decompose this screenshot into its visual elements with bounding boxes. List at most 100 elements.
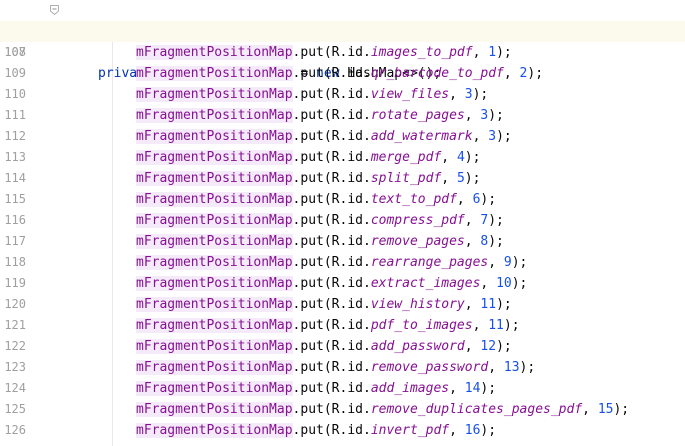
position-number: 5 bbox=[456, 171, 465, 186]
code-text: mFragmentPositionMap.put(R.id.add_passwo… bbox=[136, 336, 512, 357]
statement-end: ); bbox=[496, 45, 512, 60]
code-text: mFragmentPositionMap.put(R.id.remove_pag… bbox=[136, 231, 504, 252]
code-text: mFragmentPositionMap.put(R.id.compress_p… bbox=[136, 210, 504, 231]
position-number: 4 bbox=[456, 150, 465, 165]
line-number: 110 bbox=[4, 87, 26, 101]
statement-end: ); bbox=[511, 276, 528, 291]
position-number: 1 bbox=[488, 45, 497, 60]
field-reference: mFragmentPositionMap bbox=[136, 150, 293, 165]
code-editor[interactable]: 106 private void fillMap() { 107 mFragme… bbox=[0, 0, 685, 446]
code-line[interactable]: 123 mFragmentPositionMap.put(R.id.remove_… bbox=[0, 357, 685, 378]
code-text: mFragmentPositionMap.put(R.id.pdf_to_ima… bbox=[136, 315, 520, 336]
resource-id: rotate_pages bbox=[370, 108, 465, 123]
code-line[interactable]: 117 mFragmentPositionMap.put(R.id.remove_… bbox=[0, 231, 685, 252]
position-number: 3 bbox=[464, 87, 473, 102]
code-line[interactable]: 115 mFragmentPositionMap.put(R.id.text_to… bbox=[0, 189, 685, 210]
code-line[interactable]: 110 mFragmentPositionMap.put(R.id.view_fi… bbox=[0, 84, 685, 105]
field-reference: mFragmentPositionMap bbox=[136, 402, 293, 417]
argument-separator: , bbox=[441, 150, 457, 165]
statement-end: ); bbox=[464, 171, 481, 186]
argument-separator: , bbox=[456, 192, 473, 207]
resource-id: remove_pages bbox=[370, 234, 465, 249]
put-call: .put(R.id. bbox=[292, 339, 371, 354]
position-number: 9 bbox=[503, 255, 512, 270]
field-reference: mFragmentPositionMap bbox=[136, 318, 293, 333]
resource-id: split_pdf bbox=[370, 171, 442, 186]
code-text: mFragmentPositionMap.put(R.id.add_waterm… bbox=[136, 126, 512, 147]
field-reference: mFragmentPositionMap bbox=[136, 66, 293, 81]
resource-id: text_to_pdf bbox=[370, 192, 457, 207]
field-reference: mFragmentPositionMap bbox=[136, 339, 293, 354]
field-reference: mFragmentPositionMap bbox=[136, 213, 293, 228]
code-text: mFragmentPositionMap.put(R.id.text_to_pd… bbox=[136, 189, 496, 210]
code-text: mFragmentPositionMap.put(R.id.remove_dup… bbox=[136, 399, 629, 420]
code-line[interactable]: 121 mFragmentPositionMap.put(R.id.pdf_to_… bbox=[0, 315, 685, 336]
code-line[interactable]: 114 mFragmentPositionMap.put(R.id.split_p… bbox=[0, 168, 685, 189]
argument-separator: , bbox=[464, 234, 481, 249]
code-line[interactable]: 124 mFragmentPositionMap.put(R.id.add_ima… bbox=[0, 378, 685, 399]
line-number: 111 bbox=[4, 108, 26, 122]
code-line[interactable]: 111 mFragmentPositionMap.put(R.id.rotate_… bbox=[0, 105, 685, 126]
statement-end: ); bbox=[519, 360, 536, 375]
line-number: 120 bbox=[4, 297, 26, 311]
fold-minus-icon[interactable] bbox=[50, 5, 59, 15]
line-number: 109 bbox=[4, 66, 26, 80]
line-number: 114 bbox=[4, 171, 26, 185]
code-line[interactable]: 108 mFragmentPositionMap.put(R.id.images_… bbox=[0, 42, 685, 63]
code-line[interactable]: 112 mFragmentPositionMap.put(R.id.add_wat… bbox=[0, 126, 685, 147]
code-line[interactable]: 113 mFragmentPositionMap.put(R.id.merge_p… bbox=[0, 147, 685, 168]
code-line-method-header[interactable]: 106 private void fillMap() { bbox=[0, 0, 685, 81]
code-text: mFragmentPositionMap.put(R.id.images_to_… bbox=[136, 42, 512, 63]
argument-separator: , bbox=[449, 423, 465, 438]
statement-end: ); bbox=[613, 402, 630, 417]
statement-end: ); bbox=[480, 423, 497, 438]
put-call: .put(R.id. bbox=[292, 213, 371, 228]
code-line[interactable]: 120 mFragmentPositionMap.put(R.id.view_hi… bbox=[0, 294, 685, 315]
line-number: 119 bbox=[4, 276, 26, 290]
put-call: .put(R.id. bbox=[292, 192, 371, 207]
code-line[interactable]: 125 mFragmentPositionMap.put(R.id.remove_… bbox=[0, 399, 685, 420]
field-reference: mFragmentPositionMap bbox=[136, 171, 293, 186]
code-text: mFragmentPositionMap.put(R.id.merge_pdf,… bbox=[136, 147, 480, 168]
put-call: .put(R.id. bbox=[292, 276, 371, 291]
line-number: 122 bbox=[4, 339, 26, 353]
argument-separator: , bbox=[488, 360, 504, 375]
code-line[interactable]: 126 mFragmentPositionMap.put(R.id.invert_… bbox=[0, 420, 685, 441]
statement-end: ); bbox=[480, 192, 497, 207]
code-text: mFragmentPositionMap.put(R.id.invert_pdf… bbox=[136, 420, 496, 441]
put-call: .put(R.id. bbox=[292, 255, 371, 270]
argument-separator: , bbox=[464, 108, 481, 123]
field-reference: mFragmentPositionMap bbox=[136, 234, 293, 249]
code-line[interactable]: 119 mFragmentPositionMap.put(R.id.extract… bbox=[0, 273, 685, 294]
resource-id: rearrange_pages bbox=[370, 255, 489, 270]
statement-end: ); bbox=[503, 318, 520, 333]
resource-id: extract_images bbox=[370, 276, 481, 291]
put-call: .put(R.id. bbox=[292, 402, 371, 417]
argument-separator: , bbox=[441, 171, 457, 186]
resource-id: pdf_to_images bbox=[370, 318, 473, 333]
statement-end: ); bbox=[472, 87, 489, 102]
argument-separator: , bbox=[488, 255, 504, 270]
put-call: .put(R.id. bbox=[292, 108, 371, 123]
position-number: 11 bbox=[480, 297, 497, 312]
argument-separator: , bbox=[464, 213, 481, 228]
code-text: mFragmentPositionMap.put(R.id.extract_im… bbox=[136, 273, 527, 294]
put-call: .put(R.id. bbox=[292, 129, 371, 144]
put-call: .put(R.id. bbox=[292, 66, 371, 81]
put-call: .put(R.id. bbox=[292, 45, 371, 60]
code-line-current[interactable]: 107 mFragmentPositionMap = new HashMap<>… bbox=[0, 21, 685, 81]
code-line[interactable]: 116 mFragmentPositionMap.put(R.id.compres… bbox=[0, 210, 685, 231]
position-number: 12 bbox=[480, 339, 497, 354]
resource-id: merge_pdf bbox=[370, 150, 442, 165]
position-number: 11 bbox=[488, 318, 504, 333]
statement-end: ); bbox=[496, 339, 512, 354]
line-number: 124 bbox=[4, 381, 26, 395]
field-reference: mFragmentPositionMap bbox=[136, 192, 293, 207]
position-number: 16 bbox=[464, 423, 481, 438]
code-line[interactable]: 109 mFragmentPositionMap.put(R.id.qr_barc… bbox=[0, 63, 685, 84]
code-line[interactable]: 118 mFragmentPositionMap.put(R.id.rearran… bbox=[0, 252, 685, 273]
code-text: mFragmentPositionMap.put(R.id.qr_barcode… bbox=[136, 63, 543, 84]
code-text: mFragmentPositionMap.put(R.id.remove_pas… bbox=[136, 357, 535, 378]
code-line[interactable]: 122 mFragmentPositionMap.put(R.id.add_pas… bbox=[0, 336, 685, 357]
resource-id: view_files bbox=[370, 87, 450, 102]
